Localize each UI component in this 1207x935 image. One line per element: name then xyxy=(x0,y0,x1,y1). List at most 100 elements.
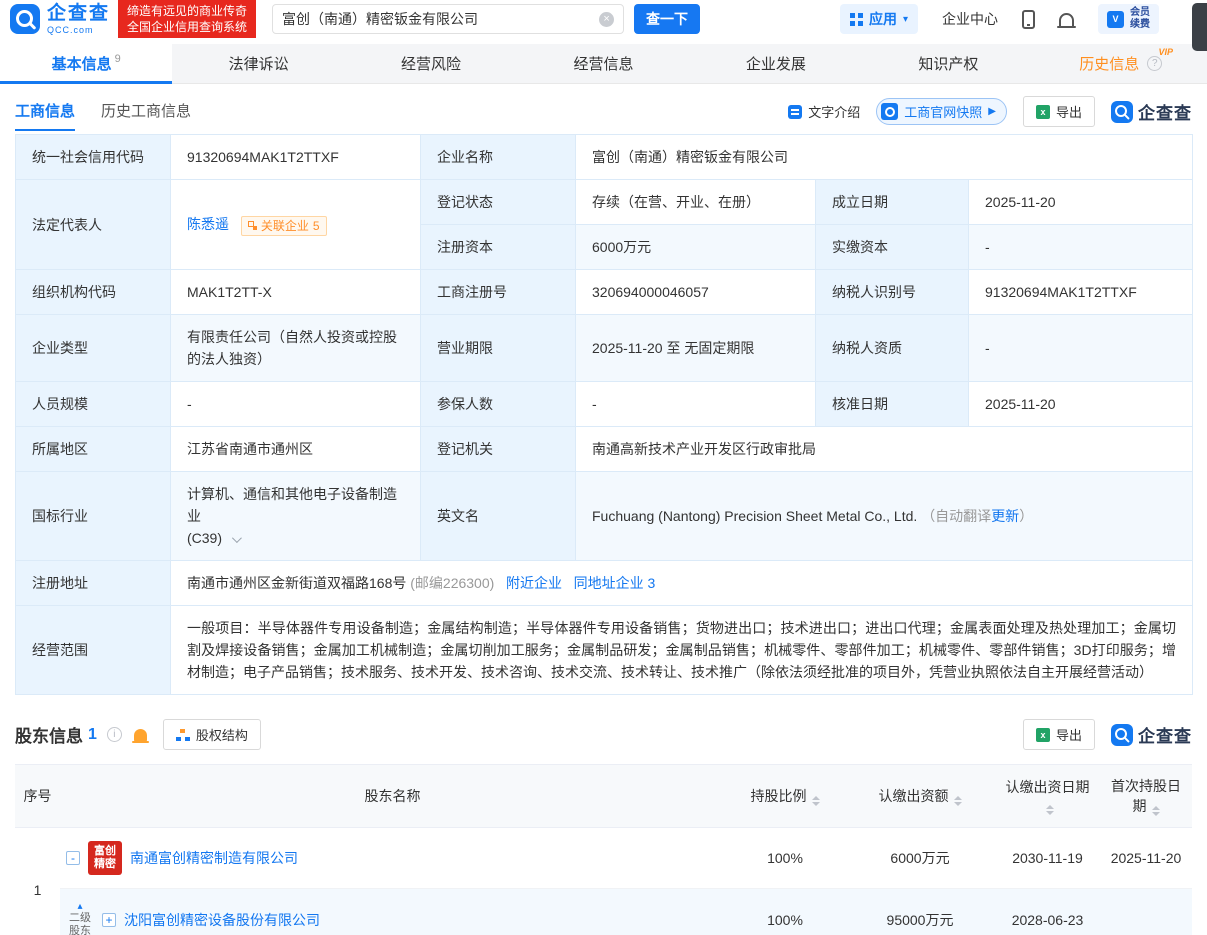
slogan-line2: 全国企业信用查询系统 xyxy=(127,20,248,34)
search-input[interactable] xyxy=(282,11,600,27)
expand-toggle[interactable]: + xyxy=(102,913,116,927)
info-circle-icon[interactable]: i xyxy=(106,727,122,742)
field-label: 营业期限 xyxy=(420,314,576,382)
tab-enterprise-development[interactable]: 企业发展 xyxy=(690,44,862,83)
amount-value: 6000万元 xyxy=(845,827,995,889)
level-label-line2: 股东 xyxy=(69,925,91,935)
excel-icon: x xyxy=(1035,727,1050,742)
info-row: 企业类型 有限责任公司（自然人投资或控股的法人独资） 营业期限 2025-11-… xyxy=(15,314,1194,382)
search-box: × xyxy=(272,4,625,34)
tab-history-info[interactable]: 历史信息 VIP ? xyxy=(1035,44,1207,83)
tab-intellectual-property[interactable]: 知识产权 xyxy=(862,44,1034,83)
tab-operating-risk[interactable]: 经营风险 xyxy=(345,44,517,83)
field-label: 注册资本 xyxy=(420,224,576,270)
subtab-history-business-info[interactable]: 历史工商信息 xyxy=(101,100,191,131)
level-collapse-control[interactable]: ▴ 二级 股东 xyxy=(66,902,94,935)
shareholder-name-link[interactable]: 南通富创精密制造有限公司 xyxy=(130,848,298,868)
qcc-watermark-text: 企查查 xyxy=(1138,727,1192,746)
subtab-business-info[interactable]: 工商信息 xyxy=(15,100,76,131)
slogan-line1: 缔造有远见的商业传奇 xyxy=(127,4,248,18)
logo-text-en: QCC.com xyxy=(47,24,94,35)
qcc-watermark-text: 企查查 xyxy=(1138,104,1192,123)
sort-icon[interactable] xyxy=(1046,805,1054,815)
info-row: 统一社会信用代码 91320694MAK1T2TTXF 企业名称 富创（南通）精… xyxy=(15,134,1194,180)
first-date-value: 2025-11-20 xyxy=(1100,827,1192,889)
col-index: 序号 xyxy=(15,764,60,828)
info-row: 组织机构代码 MAK1T2TT-X 工商注册号 320694000046057 … xyxy=(15,269,1194,315)
qcc-watermark: 企查查 xyxy=(1111,722,1192,747)
sub-date-value: 2030-11-19 xyxy=(995,827,1100,889)
org-chart-icon xyxy=(175,728,190,741)
field-label: 组织机构代码 xyxy=(15,269,171,315)
search-button[interactable]: 查一下 xyxy=(634,4,701,34)
field-value: 富创（南通）精密钣金有限公司 xyxy=(574,134,1194,180)
ratio-value: 100% xyxy=(725,888,845,935)
subscribe-bell-icon[interactable] xyxy=(131,728,149,743)
sort-icon[interactable] xyxy=(953,796,962,806)
field-label: 登记状态 xyxy=(420,179,576,225)
vip-renew-button[interactable]: V 会员 续费 xyxy=(1098,4,1159,34)
clear-icon[interactable]: × xyxy=(599,11,615,27)
related-companies-badge[interactable]: 关联企业 5 xyxy=(240,215,327,236)
export-button[interactable]: x 导出 xyxy=(1022,719,1095,750)
sort-icon[interactable] xyxy=(811,796,820,806)
phone-icon[interactable] xyxy=(1022,9,1035,29)
shareholders-header: 股东信息 1 i 股权结构 x 导出 企查查 xyxy=(15,719,1192,750)
translate-update-link[interactable]: 更新 xyxy=(991,508,1019,524)
tab-count: 9 xyxy=(114,52,121,65)
field-value: - xyxy=(967,314,1194,382)
help-icon[interactable]: ? xyxy=(1147,56,1163,71)
tab-operating-info[interactable]: 经营信息 xyxy=(517,44,689,83)
field-label: 纳税人资质 xyxy=(815,314,969,382)
same-address-link[interactable]: 同地址企业 3 xyxy=(574,575,656,591)
chevron-down-icon[interactable] xyxy=(231,533,242,544)
subnav-actions: 文字介绍 工商官网快照 ▶ x 导出 企查查 xyxy=(788,96,1192,135)
collapse-toggle[interactable]: - xyxy=(66,851,80,865)
sort-icon[interactable] xyxy=(1151,806,1160,816)
english-name-value: Fuchuang (Nantong) Precision Sheet Metal… xyxy=(592,508,918,524)
enterprise-center-link[interactable]: 企业中心 xyxy=(942,9,998,29)
legal-rep-link[interactable]: 陈悉遥 xyxy=(187,216,229,232)
info-row: 国标行业 计算机、通信和其他电子设备制造业 (C39) 英文名 Fuchuang… xyxy=(15,471,1194,561)
address-value: 南通市通州区金新街道双福路168号 xyxy=(187,575,407,591)
postcode: (邮编226300) xyxy=(410,575,495,591)
field-label: 工商注册号 xyxy=(420,269,576,315)
field-value: 320694000046057 xyxy=(575,269,816,315)
shareholders-title: 股东信息 xyxy=(15,727,83,746)
field-value: 2025-11-20 xyxy=(967,179,1194,225)
excel-icon: x xyxy=(1035,104,1050,119)
tab-legal-litigation[interactable]: 法律诉讼 xyxy=(172,44,344,83)
caret-down-icon: ▾ xyxy=(902,13,908,25)
field-value: 6000万元 xyxy=(575,224,816,270)
tab-label: 基本信息 xyxy=(51,56,112,73)
vip-line2: 续费 xyxy=(1130,19,1150,30)
export-button[interactable]: x 导出 xyxy=(1022,96,1095,127)
text-intro-button[interactable]: 文字介绍 xyxy=(788,102,860,121)
tab-label: 经营风险 xyxy=(401,56,462,73)
vip-badge-icon: V xyxy=(1107,10,1124,28)
shareholders-table: 序号 股东名称 持股比例 认缴出资额 认缴出资日期 首次持股日期 1 - 富创 … xyxy=(15,764,1192,935)
field-label: 核准日期 xyxy=(815,381,969,427)
field-label: 实缴资本 xyxy=(815,224,969,270)
logo-text-cn: 企查查 xyxy=(47,2,111,24)
equity-structure-button[interactable]: 股权结构 xyxy=(162,719,261,750)
col-sub-date: 认缴出资日期 xyxy=(995,764,1100,828)
logo-line2: 精密 xyxy=(94,858,116,870)
shareholders-actions: x 导出 企查查 xyxy=(1022,719,1192,750)
field-value: 南通高新技术产业开发区行政审批局 xyxy=(574,426,1194,472)
nearby-companies-link[interactable]: 附近企业 xyxy=(506,575,562,591)
shareholder-name-cell: ▴ 二级 股东 + 沈阳富创精密设备股份有限公司 xyxy=(60,888,725,935)
shareholder-name-link[interactable]: 沈阳富创精密设备股份有限公司 xyxy=(124,910,320,930)
official-snapshot-button[interactable]: 工商官网快照 ▶ xyxy=(876,98,1007,125)
bell-icon[interactable] xyxy=(1057,12,1076,28)
first-date-value xyxy=(1100,888,1192,935)
qcc-logo[interactable]: 企查查 QCC.com xyxy=(10,4,110,35)
shareholder-logo: 富创 精密 xyxy=(88,841,122,875)
field-value: 2025-11-20 xyxy=(967,381,1194,427)
shareholders-count: 1 xyxy=(88,725,97,743)
export-label: 导出 xyxy=(1055,728,1082,743)
apps-button[interactable]: 应用 ▾ xyxy=(839,4,918,34)
tab-basic-info[interactable]: 基本信息 9 xyxy=(0,44,173,84)
field-label: 企业名称 xyxy=(420,134,576,180)
shareholders-table-header: 序号 股东名称 持股比例 认缴出资额 认缴出资日期 首次持股日期 xyxy=(15,764,1192,828)
